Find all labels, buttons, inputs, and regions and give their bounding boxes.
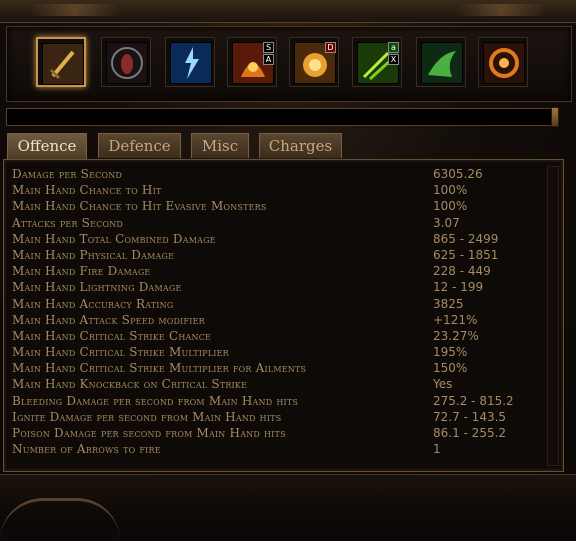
stat-row: Main Hand Critical Strike Multiplier 195%: [10, 344, 550, 360]
stat-label: Bleeding Damage per second from Main Han…: [12, 393, 299, 408]
stat-value: 100%: [433, 183, 468, 198]
skill-slot-2[interactable]: [101, 37, 151, 87]
green-figure-icon: [421, 42, 463, 84]
stats-panel: Damage per Second 6305.26 Main Hand Chance…: [3, 159, 564, 472]
stat-value: 625 - 1851: [433, 247, 499, 262]
stat-label: Main Hand Critical Strike Multiplier for…: [12, 361, 307, 376]
stat-label: Main Hand Fire Damage: [12, 264, 151, 279]
stat-label: Number of Arrows to fire: [12, 442, 161, 457]
stat-label: Main Hand Chance to Hit Evasive Monsters: [12, 199, 267, 214]
stat-value: 865 - 2499: [433, 231, 499, 246]
stat-row: Bleeding Damage per second from Main Han…: [10, 393, 550, 409]
stat-value: 3.07: [433, 215, 460, 230]
stat-label: Main Hand Knockback on Critical Strike: [12, 377, 248, 392]
stat-value: 228 - 449: [433, 264, 491, 279]
stat-value: +121%: [433, 312, 478, 327]
stat-label: Main Hand Critical Strike Chance: [12, 328, 212, 343]
stat-value: 3825: [433, 296, 464, 311]
tab-misc[interactable]: Misc: [191, 133, 249, 158]
stat-row: Main Hand Fire Damage 228 - 449: [10, 263, 550, 279]
tab-defence[interactable]: Defence: [98, 133, 181, 158]
stat-row: Main Hand Critical Strike Multiplier for…: [10, 360, 550, 376]
stat-row: Attacks per Second 3.07: [10, 215, 550, 231]
stat-value: 195%: [433, 345, 468, 360]
support-badge-a-lower: a: [388, 42, 399, 53]
stat-row: Poison Damage per second from Main Hand …: [10, 425, 550, 441]
stat-value: 150%: [433, 361, 468, 376]
tab-offence[interactable]: Offence: [7, 133, 87, 160]
stat-row: Ignite Damage per second from Main Hand …: [10, 409, 550, 425]
skill-slot-7[interactable]: [416, 37, 466, 87]
stat-value: 86.1 - 255.2: [433, 426, 507, 440]
stat-value: 6305.26: [433, 167, 483, 181]
skill-slot-6[interactable]: a X: [352, 37, 402, 87]
stat-value: Yes: [433, 377, 453, 392]
stat-value: 23.27%: [433, 328, 479, 343]
frame-top-ornament: [0, 0, 576, 23]
skill-slot-3[interactable]: [165, 37, 215, 87]
stat-value: 1: [433, 442, 441, 457]
stat-label: Damage per Second: [12, 167, 123, 181]
stat-row: Main Hand Attack Speed modifier +121%: [10, 312, 550, 328]
stat-value: 72.7 - 143.5: [433, 409, 507, 424]
sword-icon: [42, 43, 84, 85]
support-badge-s: S: [263, 42, 274, 53]
stat-row: Number of Arrows to fire 1: [10, 441, 550, 457]
stat-label: Main Hand Chance to Hit: [12, 183, 162, 198]
support-badge-a: A: [263, 54, 274, 65]
stat-label: Main Hand Attack Speed modifier: [12, 312, 205, 327]
orange-ring-icon: [483, 42, 525, 84]
red-spirit-icon: [106, 42, 148, 84]
stat-row: Damage per Second 6305.26: [10, 166, 550, 182]
stat-row: Main Hand Lightning Damage 12 - 199: [10, 279, 550, 295]
stat-label: Main Hand Total Combined Damage: [12, 231, 216, 246]
lightning-figure-icon: [170, 42, 212, 84]
stat-value: 100%: [433, 199, 468, 214]
stat-row: Main Hand Knockback on Critical Strike Ye…: [10, 376, 550, 392]
support-badge-d: D: [325, 42, 336, 53]
stat-row: Main Hand Physical Damage 625 - 1851: [10, 247, 550, 263]
skill-slot-1[interactable]: [36, 37, 86, 87]
skill-bar: S A D a X: [6, 26, 572, 102]
stat-label: Main Hand Accuracy Rating: [12, 296, 174, 311]
tab-charges[interactable]: Charges: [259, 133, 342, 158]
stat-label: Main Hand Critical Strike Multiplier: [12, 345, 229, 360]
stat-label: Main Hand Lightning Damage: [12, 280, 182, 295]
stat-row: Main Hand Chance to Hit 100%: [10, 182, 550, 198]
stat-label: Ignite Damage per second from Main Hand …: [12, 409, 282, 424]
skill-slot-8[interactable]: [478, 37, 528, 87]
stat-row: Main Hand Accuracy Rating 3825: [10, 296, 550, 312]
stat-label: Main Hand Physical Damage: [12, 247, 175, 262]
stats-scrollbar[interactable]: [547, 166, 559, 466]
skill-slot-4[interactable]: S A: [227, 37, 277, 87]
stat-row: Main Hand Critical Strike Chance 23.27%: [10, 328, 550, 344]
stat-label: Attacks per Second: [12, 215, 124, 230]
window-frame: S A D a X Offence Defence Misc Charges D…: [0, 0, 576, 527]
experience-bar: [6, 107, 559, 127]
support-badge-x: X: [388, 54, 399, 65]
experience-bar-cap: [551, 107, 559, 127]
stats-list: Damage per Second 6305.26 Main Hand Chance…: [10, 166, 550, 457]
stat-row: Main Hand Total Combined Damage 865 - 249…: [10, 231, 550, 247]
stat-row: Main Hand Chance to Hit Evasive Monsters…: [10, 198, 550, 214]
stat-value: 275.2 - 815.2: [433, 393, 514, 408]
stat-value: 12 - 199: [433, 280, 484, 295]
skill-slot-5[interactable]: D: [289, 37, 339, 87]
stat-label: Poison Damage per second from Main Hand …: [12, 426, 286, 440]
